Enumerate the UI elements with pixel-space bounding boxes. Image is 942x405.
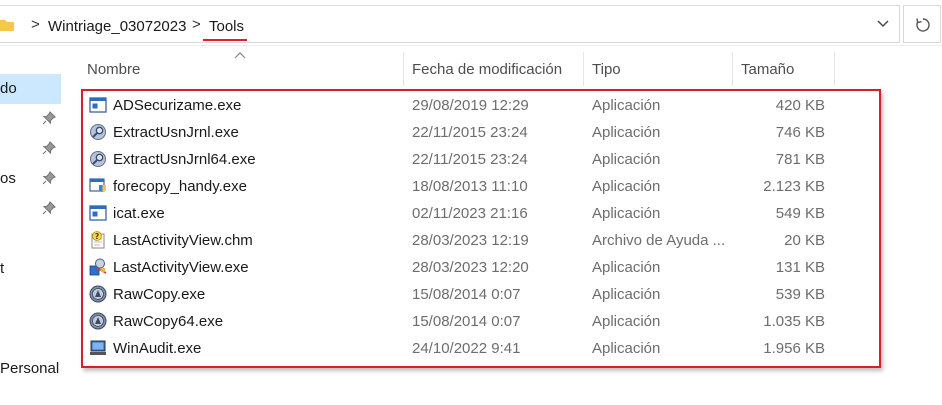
window-app-icon <box>89 97 107 113</box>
column-divider[interactable] <box>834 52 835 86</box>
file-date: 02/11/2023 21:16 <box>412 205 528 222</box>
magnifier-disk-icon <box>90 124 106 140</box>
file-type: Aplicación <box>592 259 661 276</box>
nav-item-label[interactable]: Personal <box>0 360 59 377</box>
breadcrumb-item-tools[interactable]: Tools <box>209 18 244 35</box>
pin-icon[interactable] <box>42 111 56 125</box>
file-date: 15/08/2014 0:07 <box>412 286 521 303</box>
file-name: RawCopy64.exe <box>113 313 224 330</box>
file-row[interactable]: LastActivityView.exe 28/03/2023 12:20 Ap… <box>84 254 881 281</box>
file-row[interactable]: RawCopy.exe 15/08/2014 0:07 Aplicación 5… <box>84 281 881 308</box>
file-size: 746 KB <box>775 124 825 141</box>
file-size: 1.956 KB <box>763 340 825 357</box>
file-name: WinAudit.exe <box>113 340 202 357</box>
file-type: Aplicación <box>592 151 661 168</box>
activity-view-icon <box>89 258 107 276</box>
pin-icon[interactable] <box>42 201 56 215</box>
chevron-down-icon[interactable] <box>876 19 890 29</box>
file-date: 28/03/2023 12:19 <box>412 232 529 249</box>
computer-app-icon <box>90 340 106 355</box>
refresh-button[interactable] <box>903 5 941 43</box>
file-row[interactable]: icat.exe 02/11/2023 21:16 Aplicación 549… <box>84 200 881 227</box>
file-name: LastActivityView.chm <box>113 232 253 249</box>
file-type: Archivo de Ayuda ... <box>592 232 726 249</box>
file-size: 2.123 KB <box>763 178 825 195</box>
file-type: Aplicación <box>592 97 661 114</box>
column-divider[interactable] <box>732 52 733 86</box>
file-size: 549 KB <box>775 205 825 222</box>
file-date: 15/08/2014 0:07 <box>412 313 521 330</box>
window-app-icon <box>89 205 107 221</box>
file-type: Aplicación <box>592 286 661 303</box>
nav-item-label[interactable]: os <box>0 170 16 187</box>
pin-icon[interactable] <box>42 171 56 185</box>
breadcrumb-item-wintriage[interactable]: Wintriage_03072023 <box>48 18 186 35</box>
file-type: Aplicación <box>592 178 661 195</box>
breadcrumb[interactable]: > Wintriage_03072023 > Tools <box>0 5 900 43</box>
annotation-underline <box>203 39 247 41</box>
disc-app-icon <box>89 312 107 330</box>
shield-app-icon <box>89 178 106 193</box>
file-size: 539 KB <box>775 286 825 303</box>
address-bar: > Wintriage_03072023 > Tools <box>0 5 942 46</box>
file-name: ADSecurizame.exe <box>113 97 242 114</box>
file-size: 420 KB <box>775 97 825 114</box>
file-date: 24/10/2022 9:41 <box>412 340 521 357</box>
folder-icon <box>0 20 14 31</box>
file-name: ExtractUsnJrnl.exe <box>113 124 239 141</box>
file-size: 131 KB <box>775 259 825 276</box>
file-name: ExtractUsnJrnl64.exe <box>113 151 256 168</box>
file-size: 781 KB <box>775 151 825 168</box>
column-divider[interactable] <box>583 52 584 86</box>
file-name: forecopy_handy.exe <box>113 178 247 195</box>
file-date: 22/11/2015 23:24 <box>412 124 528 141</box>
file-date: 22/11/2015 23:24 <box>412 151 528 168</box>
disc-app-icon <box>89 285 107 303</box>
file-row[interactable]: WinAudit.exe 24/10/2022 9:41 Aplicación … <box>84 335 881 362</box>
file-type: Aplicación <box>592 124 661 141</box>
file-name: icat.exe <box>113 205 165 222</box>
file-row[interactable]: RawCopy64.exe 15/08/2014 0:07 Aplicación… <box>84 308 881 335</box>
refresh-icon <box>916 18 930 32</box>
file-row[interactable]: ExtractUsnJrnl.exe 22/11/2015 23:24 Apli… <box>84 119 881 146</box>
breadcrumb-separator[interactable]: > <box>192 16 201 33</box>
column-divider[interactable] <box>403 52 404 86</box>
file-name: RawCopy.exe <box>113 286 206 303</box>
magnifier-disk-icon <box>90 151 106 167</box>
file-type: Aplicación <box>592 205 661 222</box>
pin-icon[interactable] <box>42 141 56 155</box>
file-date: 28/03/2023 12:20 <box>412 259 529 276</box>
file-row[interactable]: ? LastActivityView.chm 28/03/2023 12:19 … <box>84 227 881 254</box>
breadcrumb-separator[interactable]: > <box>31 16 40 33</box>
nav-item-label[interactable]: t <box>0 260 4 277</box>
file-row[interactable]: forecopy_handy.exe 18/08/2013 11:10 Apli… <box>84 173 881 200</box>
file-type: Aplicación <box>592 340 661 357</box>
file-date: 29/08/2019 12:29 <box>412 97 529 114</box>
help-file-icon: ? <box>91 231 105 249</box>
file-row[interactable]: ExtractUsnJrnl64.exe 22/11/2015 23:24 Ap… <box>84 146 881 173</box>
navigation-pane: do os t Personal <box>0 46 62 405</box>
nav-item-label[interactable]: do <box>0 80 17 97</box>
file-date: 18/08/2013 11:10 <box>412 178 528 195</box>
file-size: 1.035 KB <box>763 313 825 330</box>
file-row[interactable]: ADSecurizame.exe 29/08/2019 12:29 Aplica… <box>84 92 881 119</box>
sort-ascending-icon <box>234 52 246 59</box>
file-name: LastActivityView.exe <box>113 259 249 276</box>
svg-text:?: ? <box>95 232 99 241</box>
file-size: 20 KB <box>784 232 825 249</box>
file-type: Aplicación <box>592 313 661 330</box>
